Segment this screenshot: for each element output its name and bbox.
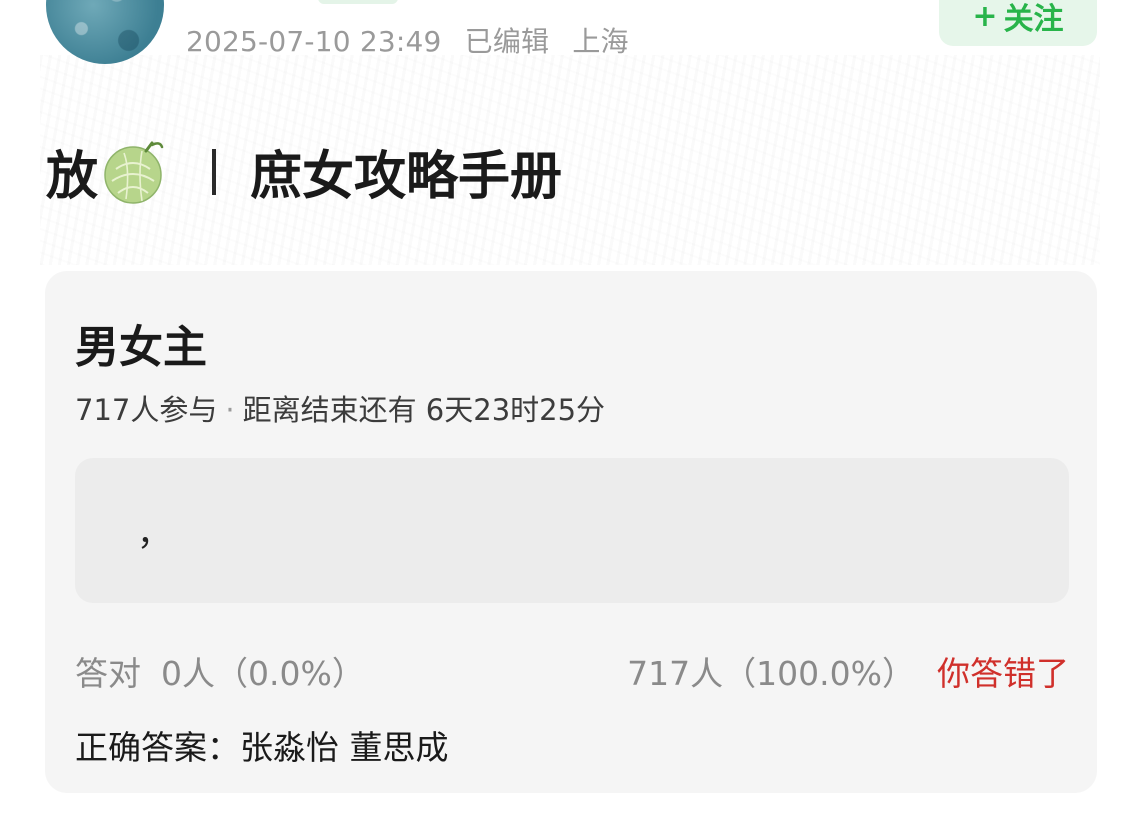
avatar[interactable]: [46, 0, 164, 64]
option-text: ，: [137, 514, 171, 554]
location-label: 上海: [572, 25, 629, 58]
result-message: 你答错了: [937, 654, 1069, 693]
user-badge: [318, 0, 398, 4]
correct-stats: 0人（0.0%）: [161, 654, 365, 693]
quiz-card: 男女主 717人参与 · 距离结束还有 6天23时25分 ， 答对 0人（0.0%） …: [45, 271, 1097, 793]
plus-icon: +: [972, 0, 998, 34]
post-title: 放 庶女攻略手册: [46, 134, 562, 209]
wrong-stats-group: 717人（100.0%） 你答错了: [627, 647, 1069, 695]
quiz-stats: 答对 0人（0.0%） 717人（100.0%） 你答错了: [75, 647, 1069, 695]
quiz-title: 男女主: [75, 322, 207, 373]
answer-label: 正确答案：: [75, 728, 240, 767]
follow-button[interactable]: + 关注: [939, 0, 1097, 46]
deadline-text: 距离结束还有 6天23时25分: [242, 393, 606, 427]
wrong-stats: 717人（100.0%）: [627, 654, 915, 693]
post-timestamp: 2025-07-10 23:49: [186, 25, 442, 58]
melon-icon: [104, 141, 164, 204]
title-text: 庶女攻略手册: [250, 147, 563, 207]
dot-separator: ·: [225, 393, 235, 427]
participants-count: 717人参与: [75, 393, 218, 427]
title-separator: [212, 148, 217, 195]
follow-label: 关注: [1003, 2, 1064, 37]
correct-answer: 正确答案：张淼怡 董思成: [75, 721, 449, 769]
answer-option[interactable]: ，: [75, 458, 1069, 603]
edited-label: 已编辑: [464, 25, 550, 58]
correct-label: 答对: [75, 654, 141, 693]
post-meta: 2025-07-10 23:49 已编辑 上海: [186, 20, 643, 60]
title-prefix: 放: [46, 147, 99, 207]
quiz-subtitle: 717人参与 · 距离结束还有 6天23时25分: [75, 387, 605, 429]
answer-value: 张淼怡 董思成: [240, 728, 449, 767]
